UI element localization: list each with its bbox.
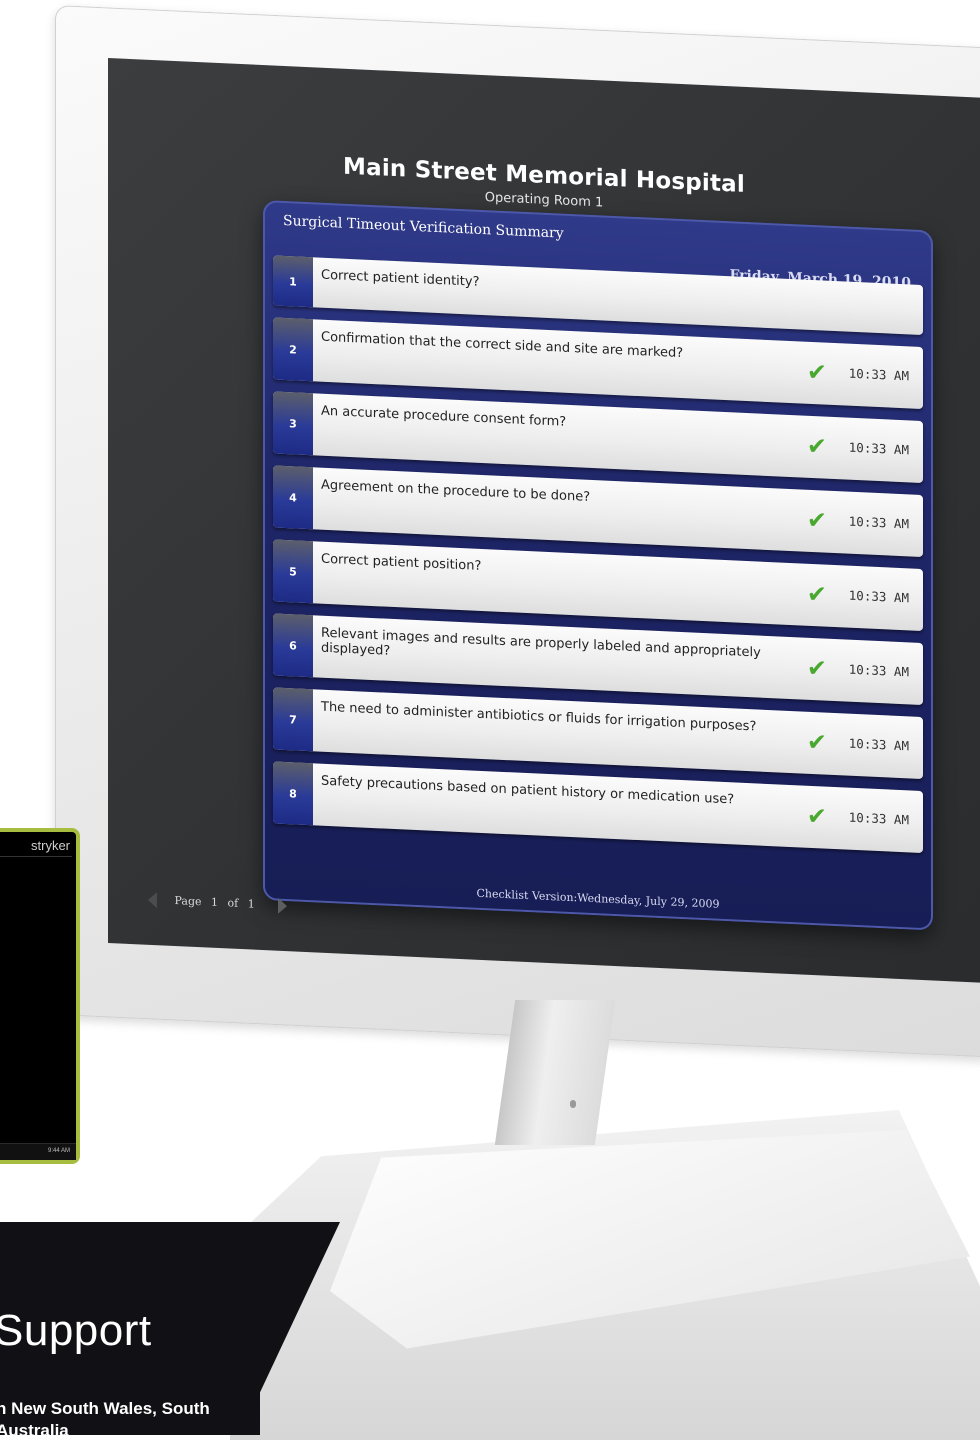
item-time: 10:33 AM (848, 809, 909, 828)
item-time: 10:33 AM (848, 365, 909, 384)
item-number: 1 (273, 255, 313, 308)
item-question: Correct patient position? (321, 551, 482, 574)
support-heading: Support (0, 1306, 152, 1355)
verification-summary-panel: Surgical Timeout Verification Summary Fr… (263, 200, 933, 931)
panel-title: Surgical Timeout Verification Summary (283, 212, 564, 242)
page-of-label: of (227, 896, 239, 910)
page-label: Page (174, 894, 202, 909)
item-time: 10:33 AM (848, 587, 909, 606)
brand-logo: stryker (31, 838, 70, 853)
stand-screw (570, 1100, 576, 1108)
checklist-version: Checklist Version:Wednesday, July 29, 20… (476, 886, 720, 911)
checkmark-icon: ✔ (806, 505, 827, 535)
item-number: 8 (273, 761, 313, 826)
item-question: The need to administer antibiotics or fl… (321, 699, 757, 735)
item-number: 2 (273, 317, 313, 382)
item-question: Agreement on the procedure to be done? (321, 477, 591, 505)
previous-page-icon[interactable] (148, 891, 157, 909)
item-question: Safety precautions based on patient hist… (321, 773, 735, 808)
item-question: Correct patient identity? (321, 267, 480, 290)
item-time: 10:33 AM (848, 439, 909, 458)
device-time: 9:44 AM (47, 1148, 70, 1154)
monitor-neck (494, 1000, 616, 1145)
checklist-item[interactable]: 8 Safety precautions based on patient hi… (273, 761, 923, 854)
item-number: 7 (273, 687, 313, 752)
item-number: 5 (273, 539, 313, 604)
tablet-device: stryker 9:44 AM (0, 828, 80, 1164)
total-pages: 1 (247, 897, 255, 911)
item-question: Relevant images and results are properly… (321, 625, 761, 661)
region-text: n New South Wales, South Australia (0, 1399, 210, 1440)
device-divider (0, 856, 72, 857)
checkmark-icon: ✔ (806, 653, 827, 683)
item-number: 6 (273, 613, 313, 678)
item-question: An accurate procedure consent form? (321, 403, 567, 430)
checkmark-icon: ✔ (806, 727, 827, 757)
current-page: 1 (211, 895, 219, 909)
checklist: 1 Correct patient identity? 2 Confirmati… (273, 255, 923, 865)
item-time: 10:33 AM (848, 661, 909, 680)
item-time: 10:33 AM (848, 513, 909, 532)
checkmark-icon: ✔ (806, 579, 827, 609)
checkmark-icon: ✔ (806, 357, 827, 387)
item-number: 4 (273, 465, 313, 530)
item-time: 10:33 AM (848, 735, 909, 754)
checkmark-icon: ✔ (806, 801, 827, 831)
checkmark-icon: ✔ (806, 431, 827, 461)
monitor-screen: Main Street Memorial Hospital Operating … (108, 58, 980, 983)
item-question: Confirmation that the correct side and s… (321, 329, 684, 362)
item-number: 3 (273, 391, 313, 456)
next-page-icon[interactable] (278, 897, 288, 915)
